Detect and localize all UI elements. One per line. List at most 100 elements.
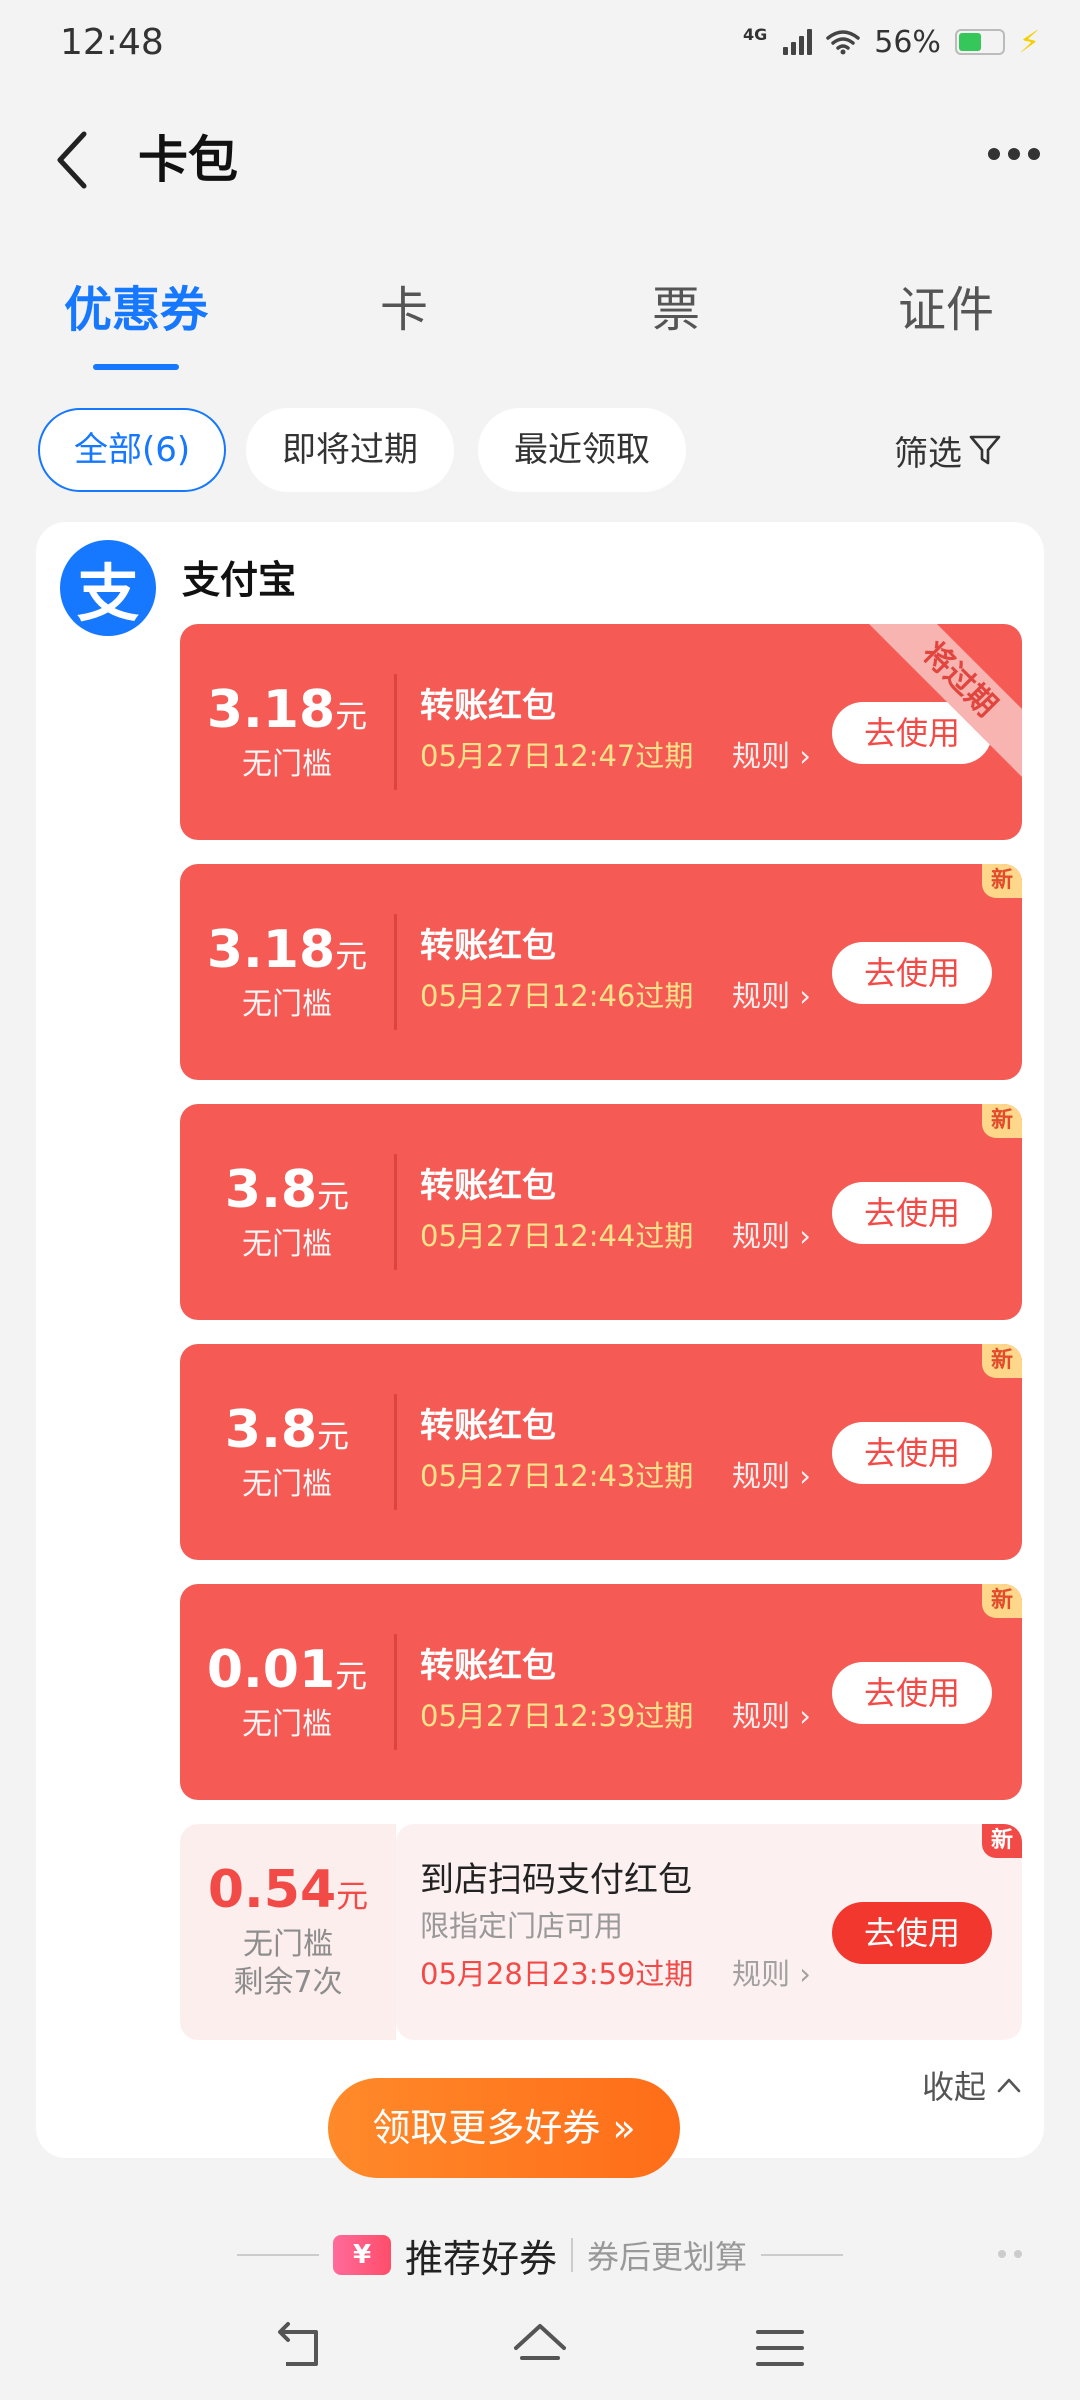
coupon-threshold: 无门槛 — [243, 1927, 333, 1962]
coupon-expire: 05月27日12:46过期 — [420, 979, 694, 1013]
divider-line — [761, 2254, 844, 2256]
use-coupon-button[interactable]: 去使用 — [832, 1422, 992, 1484]
coupon-item[interactable]: 3.18元 无门槛 转账红包 05月27日12:47过期 规则 › 去使用 将过… — [180, 624, 1022, 840]
coupon-threshold: 无门槛 — [242, 987, 332, 1022]
coupon-rule-link[interactable]: 规则 › — [732, 736, 811, 776]
divider-line — [236, 2254, 319, 2256]
chip-all[interactable]: 全部(6) — [38, 408, 227, 492]
tab-bar: 优惠券 卡 票 证件 — [0, 270, 1080, 380]
charging-icon: ⚡ — [1018, 24, 1040, 60]
back-nav-icon[interactable] — [270, 2318, 330, 2378]
coupon-amount: 3.8 — [224, 1400, 318, 1460]
home-nav-icon[interactable] — [510, 2318, 570, 2378]
use-coupon-button[interactable]: 去使用 — [832, 1662, 992, 1724]
coupon-expire: 05月27日12:39过期 — [420, 1699, 694, 1733]
use-coupon-button[interactable]: 去使用 — [832, 942, 992, 1004]
funnel-icon — [969, 435, 1001, 465]
coupon-threshold: 无门槛 — [242, 1707, 332, 1742]
coupon-name: 转账红包 — [420, 1646, 556, 1686]
coupon-threshold: 无门槛 — [242, 1467, 332, 1502]
battery-icon — [954, 29, 1005, 55]
coupon-expire: 05月27日12:44过期 — [420, 1219, 694, 1253]
coupon-value: 3.8元 无门槛 — [180, 1344, 394, 1560]
coupon-name: 转账红包 — [420, 926, 556, 966]
coupon-name: 到店扫码支付红包 — [420, 1860, 692, 1900]
divider — [571, 2238, 573, 2272]
tab-cards[interactable]: 卡 — [304, 270, 504, 350]
new-badge: 新 — [982, 1344, 1022, 1378]
coupon-ticket-icon: ¥ — [332, 2235, 391, 2275]
use-coupon-button[interactable]: 去使用 — [832, 1182, 992, 1244]
coupon-divider — [394, 1154, 397, 1270]
coupon-value: 3.18元 无门槛 — [180, 624, 394, 840]
coupon-scope: 限指定门店可用 — [420, 1909, 624, 1943]
coupon-divider — [394, 674, 397, 790]
coupon-value: 0.01元 无门槛 — [180, 1584, 394, 1800]
collapse-button[interactable]: 收起 — [922, 2062, 1022, 2108]
coupon-item[interactable]: 0.54元 无门槛 剩余7次 到店扫码支付红包 限指定门店可用 05月28日23… — [180, 1824, 1022, 2040]
tab-tickets[interactable]: 票 — [576, 270, 776, 350]
new-badge: 新 — [982, 864, 1022, 898]
menu-nav-icon[interactable] — [750, 2318, 810, 2378]
more-dots-icon[interactable] — [988, 148, 1040, 160]
header: 卡包 — [0, 110, 1080, 210]
coupon-name: 转账红包 — [420, 1406, 556, 1446]
coupon-divider — [394, 914, 397, 1030]
coupon-amount: 3.18 — [206, 920, 336, 980]
status-icons: 4G 56% ⚡ — [743, 25, 1040, 60]
use-coupon-button[interactable]: 去使用 — [832, 1902, 992, 1964]
filter-button[interactable]: 筛选 — [894, 408, 1002, 492]
coupon-value: 3.18元 无门槛 — [180, 864, 394, 1080]
coupon-remaining: 剩余7次 — [233, 1965, 343, 2000]
coupon-name: 转账红包 — [420, 1166, 556, 1206]
coupon-rule-link[interactable]: 规则 › — [732, 1216, 811, 1256]
coupon-unit: 元 — [336, 1877, 369, 1915]
wifi-icon — [826, 30, 860, 55]
coupon-threshold: 无门槛 — [242, 1227, 332, 1262]
coupon-rule-link[interactable]: 规则 › — [732, 1954, 811, 1994]
coupon-value: 0.54元 无门槛 剩余7次 — [180, 1824, 396, 2040]
signal-icon — [783, 29, 813, 55]
coupon-divider — [394, 1634, 397, 1750]
collapse-label: 收起 — [921, 2068, 986, 2106]
tab-coupons[interactable]: 优惠券 — [36, 270, 236, 350]
coupon-amount: 0.01 — [206, 1640, 336, 1700]
page-title: 卡包 — [138, 131, 238, 189]
new-badge: 新 — [982, 1584, 1022, 1618]
chip-expiring[interactable]: 即将过期 — [246, 408, 454, 492]
recommend-title: 推荐好券 — [404, 2236, 557, 2281]
recommend-subtitle: 券后更划算 — [587, 2238, 748, 2276]
coupon-unit: 元 — [335, 937, 368, 975]
recommend-section-header: ¥ 推荐好券 券后更划算 — [0, 2220, 1080, 2290]
coupon-card: 支 支付宝 3.18元 无门槛 转账红包 05月27日12:47过期 规则 › … — [36, 522, 1044, 2158]
coupon-unit: 元 — [317, 1417, 350, 1455]
coupon-item[interactable]: 0.01元 无门槛 转账红包 05月27日12:39过期 规则 › 去使用 新 — [180, 1584, 1022, 1800]
brand-name: 支付宝 — [182, 558, 297, 602]
coupon-item[interactable]: 3.18元 无门槛 转账红包 05月27日12:46过期 规则 › 去使用 新 — [180, 864, 1022, 1080]
new-badge: 新 — [982, 1824, 1022, 1858]
pager-dots-icon — [998, 2250, 1022, 2258]
network-label: 4G — [742, 24, 768, 44]
coupon-rule-link[interactable]: 规则 › — [732, 1456, 811, 1496]
battery-percent: 56% — [874, 24, 941, 60]
new-badge: 新 — [982, 1104, 1022, 1138]
filter-chips: 全部(6) 即将过期 最近领取 筛选 — [0, 408, 1080, 492]
coupon-item[interactable]: 3.8元 无门槛 转账红包 05月27日12:44过期 规则 › 去使用 新 — [180, 1104, 1022, 1320]
coupon-unit: 元 — [335, 697, 368, 735]
coupon-item[interactable]: 3.8元 无门槛 转账红包 05月27日12:43过期 规则 › 去使用 新 — [180, 1344, 1022, 1560]
chevron-up-icon — [997, 2078, 1021, 2093]
coupon-expire: 05月28日23:59过期 — [420, 1957, 694, 1991]
chevron-left-icon[interactable] — [50, 128, 94, 192]
coupon-rule-link[interactable]: 规则 › — [732, 976, 811, 1016]
coupon-unit: 元 — [317, 1177, 350, 1215]
status-time: 12:48 — [60, 21, 164, 63]
coupon-amount: 0.54 — [207, 1860, 337, 1920]
coupon-threshold: 无门槛 — [242, 747, 332, 782]
get-more-coupons-button[interactable]: 领取更多好券 » — [328, 2078, 680, 2178]
status-bar: 12:48 4G 56% ⚡ — [0, 0, 1080, 84]
coupon-rule-link[interactable]: 规则 › — [732, 1696, 811, 1736]
chip-recent[interactable]: 最近领取 — [478, 408, 686, 492]
tab-certificates[interactable]: 证件 — [846, 270, 1046, 350]
tab-active-indicator — [93, 364, 179, 370]
coupon-expire: 05月27日12:43过期 — [420, 1459, 694, 1493]
